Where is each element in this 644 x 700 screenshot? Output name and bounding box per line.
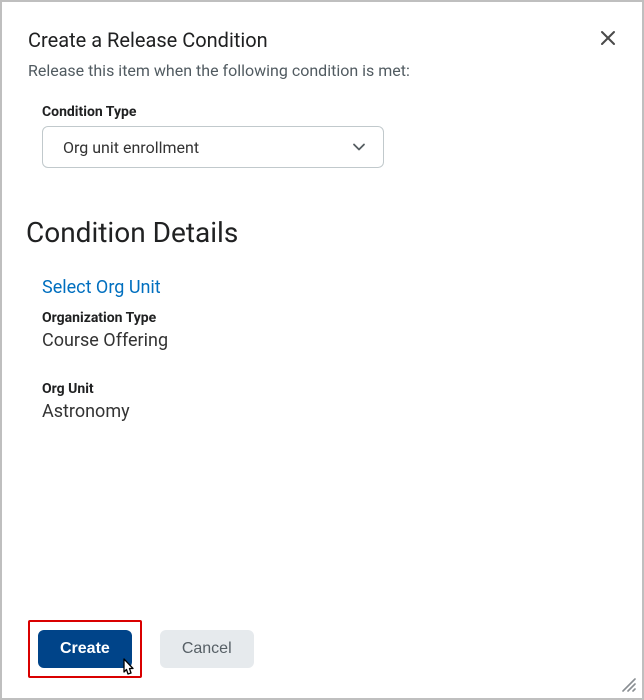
dialog-footer: Create Cancel [2,602,642,698]
dialog-title: Create a Release Condition [28,28,268,52]
resize-grip-icon [620,676,636,692]
dialog-description: Release this item when the following con… [2,53,642,80]
release-condition-dialog: Create a Release Condition Release this … [0,0,644,700]
condition-type-select-wrapper: Org unit enrollment [42,126,384,168]
close-button[interactable] [596,26,620,53]
create-button[interactable]: Create [38,630,132,668]
condition-type-value: Org unit enrollment [63,138,199,157]
condition-details-block: Select Org Unit Organization Type Course… [42,277,602,422]
condition-details-heading: Condition Details [26,216,602,249]
cancel-button[interactable]: Cancel [160,630,254,668]
dialog-header: Create a Release Condition [2,2,642,53]
condition-type-label: Condition Type [42,104,602,120]
organization-type-value: Course Offering [42,330,602,351]
select-org-unit-link[interactable]: Select Org Unit [42,277,161,298]
condition-type-select[interactable]: Org unit enrollment [42,126,384,168]
close-icon [600,30,616,46]
org-unit-label: Org Unit [42,381,602,397]
form-area: Condition Type Org unit enrollment Condi… [2,80,642,602]
create-button-highlight: Create [28,620,142,678]
org-unit-value: Astronomy [42,401,602,422]
organization-type-label: Organization Type [42,310,602,326]
